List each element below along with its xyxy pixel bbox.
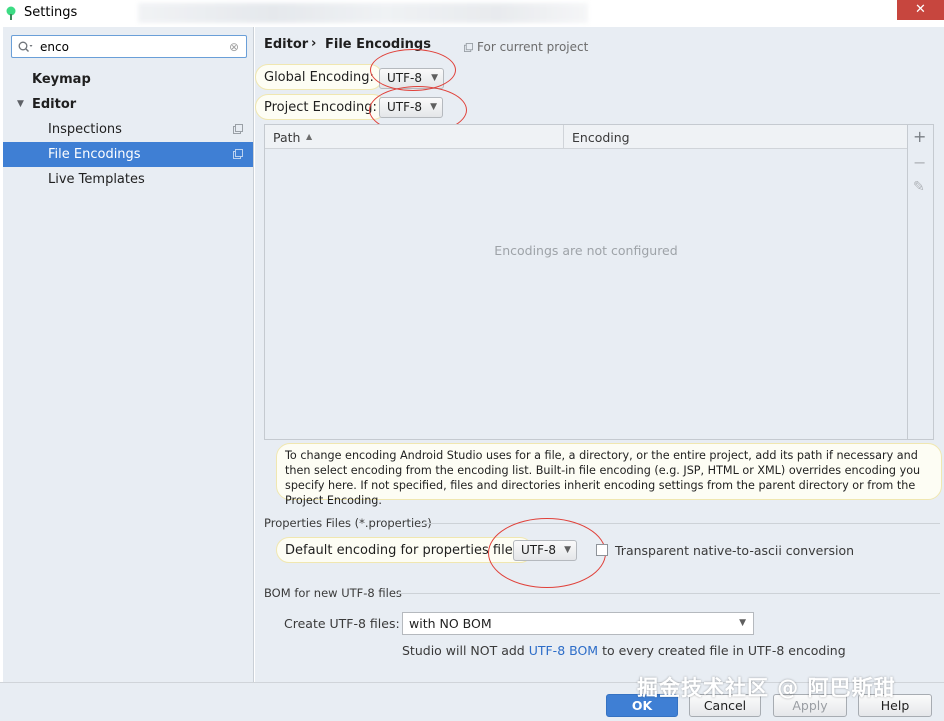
watermark-text: 掘金技术社区 @ 阿巴斯甜	[637, 676, 896, 700]
encoding-help-text: To change encoding Android Studio uses f…	[276, 443, 942, 507]
window-close-button[interactable]: ✕	[897, 0, 944, 20]
bom-select-value: with NO BOM	[409, 616, 492, 631]
dropdown-arrow-icon: ▼	[739, 618, 746, 628]
create-utf8-label: Create UTF-8 files:	[284, 616, 400, 631]
transparent-conversion-label[interactable]: Transparent native-to-ascii conversion	[615, 543, 854, 558]
annotation-circle	[488, 518, 606, 588]
utf8-bom-link[interactable]: UTF-8 BOM	[529, 643, 598, 658]
sidebar-item-label: Live Templates	[48, 172, 145, 187]
transparent-conversion-checkbox[interactable]	[596, 544, 608, 556]
edit-icon[interactable]: ✎	[913, 179, 925, 195]
bom-note-prefix: Studio will NOT add	[402, 643, 529, 658]
column-header-path[interactable]: Path	[273, 130, 300, 145]
global-encoding-label: Global Encoding:	[255, 64, 383, 90]
sidebar-item-label: Keymap	[32, 72, 91, 87]
add-icon[interactable]: +	[913, 127, 926, 146]
project-scope-icon	[233, 149, 243, 159]
search-input[interactable]	[40, 39, 220, 55]
window-title: Settings	[24, 5, 78, 20]
scope-note: For current project	[477, 40, 589, 54]
android-studio-icon	[6, 6, 16, 20]
column-header-encoding[interactable]: Encoding	[572, 130, 630, 145]
sidebar-item-label: Inspections	[48, 122, 122, 137]
bom-select[interactable]: with NO BOM ▼	[402, 612, 754, 635]
project-scope-icon	[464, 43, 473, 52]
section-divider	[420, 523, 940, 524]
clear-search-icon[interactable]: ⊗	[229, 40, 239, 54]
title-bar: Settings ✕	[0, 0, 944, 27]
expand-arrow-icon[interactable]: ▼	[17, 92, 24, 117]
table-toolbar: + − ✎	[908, 124, 934, 440]
blurred-background-strip	[138, 3, 588, 23]
bom-note-suffix: to every created file in UTF-8 encoding	[598, 643, 846, 658]
table-header: Path ▲ Encoding	[265, 125, 907, 149]
properties-section-title: Properties Files (*.properties)	[264, 516, 432, 530]
encodings-table[interactable]: Path ▲ Encoding Encodings are not config…	[264, 124, 908, 440]
bom-note: Studio will NOT add UTF-8 BOM to every c…	[402, 643, 846, 658]
breadcrumb-separator: ›	[311, 36, 317, 51]
settings-search[interactable]: ⊗	[11, 35, 247, 58]
remove-icon[interactable]: −	[913, 153, 926, 172]
breadcrumb-editor: Editor	[264, 37, 309, 52]
sidebar-item-keymap[interactable]: Keymap	[3, 67, 253, 92]
sidebar-item-file-encodings[interactable]: File Encodings	[3, 142, 253, 167]
column-divider[interactable]	[563, 125, 564, 149]
project-encoding-label: Project Encoding:	[255, 94, 386, 120]
section-divider	[398, 593, 940, 594]
sort-ascending-icon: ▲	[306, 132, 313, 141]
sidebar-item-label: Editor	[32, 97, 77, 112]
annotation-circle	[370, 49, 456, 91]
bom-section-title: BOM for new UTF-8 files	[264, 586, 402, 600]
sidebar-item-label: File Encodings	[48, 147, 141, 162]
search-icon	[18, 41, 33, 52]
project-scope-icon	[233, 124, 243, 134]
file-encodings-panel: Editor › File Encodings For current proj…	[255, 27, 944, 682]
sidebar-item-inspections[interactable]: Inspections	[3, 117, 253, 142]
settings-sidebar: ⊗ Keymap ▼ Editor Inspections File Encod…	[3, 27, 254, 682]
empty-table-message: Encodings are not configured	[494, 243, 678, 258]
sidebar-item-editor[interactable]: ▼ Editor	[3, 92, 253, 117]
sidebar-item-live-templates[interactable]: Live Templates	[3, 167, 253, 192]
